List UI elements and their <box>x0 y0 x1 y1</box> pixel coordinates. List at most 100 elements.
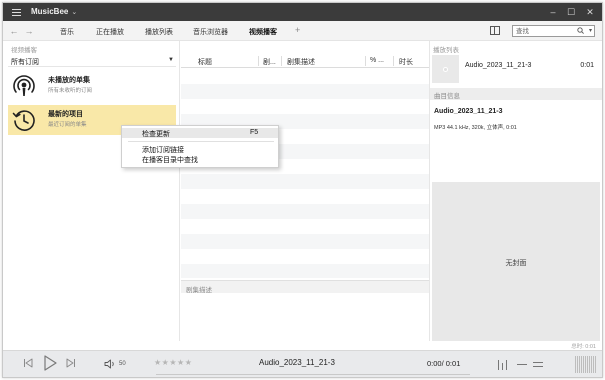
track-info-title: Audio_2023_11_21-3 <box>434 108 503 115</box>
spectrum-bar <box>581 356 582 373</box>
queue-item-duration: 0:01 <box>580 62 594 69</box>
total-duration-label: 总时: 0:01 <box>571 344 596 350</box>
table-row <box>181 204 429 219</box>
column-divider[interactable] <box>365 56 366 66</box>
search-icon[interactable] <box>577 27 584 36</box>
app-title[interactable]: MusicBee ⌄ <box>31 7 77 16</box>
app-title-text: MusicBee <box>31 7 69 16</box>
forward-arrow-icon[interactable]: → <box>23 25 35 37</box>
track-info-header: 曲目信息 <box>430 88 602 100</box>
column-divider[interactable] <box>258 56 259 66</box>
spectrum-bar <box>587 356 588 373</box>
column-divider[interactable] <box>281 56 282 66</box>
list-item-description: 最近订阅的单集 <box>48 122 87 128</box>
podcast-icon <box>11 73 37 99</box>
maximize-button[interactable]: ☐ <box>564 6 578 18</box>
volume-value: 50 <box>119 361 126 367</box>
app-window: MusicBee ⌄ – ☐ ✕ ← → 音乐 正在播放 播放列表 音乐浏览器 视… <box>2 2 603 378</box>
filter-label: 所有订阅 <box>11 59 39 66</box>
spectrum-bar <box>591 356 592 373</box>
cd-disc-icon <box>432 55 459 83</box>
minimize-button[interactable]: – <box>546 6 560 18</box>
queue-item[interactable]: Audio_2023_11_21-3 0:01 <box>432 55 600 87</box>
menu-item-add-subscription-link[interactable]: 添加订阅链接 <box>122 144 278 154</box>
column-divider[interactable] <box>393 56 394 66</box>
context-menu: 检查更新 F5 添加订阅链接 在播客目录中查找 <box>121 125 279 168</box>
spectrum-bar <box>593 356 594 373</box>
track-info-details: MP3 44.1 kHz, 320k, 立体声, 0:01 <box>434 125 517 131</box>
episode-list-panel: 标题 剧... 剧集描述 % ... 时长 剧集描述 <box>181 41 429 341</box>
episode-description-header: 剧集描述 <box>181 280 429 294</box>
table-row <box>181 234 429 249</box>
menu-item-label: 在播客目录中查找 <box>142 157 198 164</box>
playback-time: 0:00/ 0:01 <box>427 359 461 368</box>
player-bar: 50 ★★★★★ Audio_2023_11_21-3 0:00/ 0:01 <box>3 350 602 377</box>
table-row <box>181 84 429 99</box>
right-panel: 播放列表 Audio_2023_11_21-3 0:01 曲目信息 Audio_… <box>429 41 602 341</box>
volume-icon[interactable] <box>104 359 116 371</box>
navigation-bar: ← → 音乐 正在播放 播放列表 音乐浏览器 视频播客 + ▾ <box>3 21 602 41</box>
dropdown-arrow-icon: ▼ <box>168 57 174 63</box>
column-header-episode-description[interactable]: 剧集描述 <box>287 57 315 67</box>
list-item-description: 所有未收听的订阅 <box>48 88 93 94</box>
column-header-row: 标题 剧... 剧集描述 % ... 时长 <box>181 54 429 68</box>
spectrum-visualizer-icon[interactable] <box>575 356 597 373</box>
hamburger-menu-icon[interactable] <box>11 6 23 18</box>
play-icon[interactable] <box>43 355 57 373</box>
queue-item-title: Audio_2023_11_21-3 <box>465 62 532 69</box>
search-options-caret-icon[interactable]: ▾ <box>589 27 592 34</box>
status-bar: 总时: 0:01 <box>3 341 602 350</box>
repeat-icon[interactable] <box>533 361 544 368</box>
subscription-filter-dropdown[interactable]: 所有订阅 ▼ <box>8 55 176 67</box>
history-clock-icon <box>11 107 37 133</box>
chevron-down-icon: ⌄ <box>71 9 78 16</box>
panel-layout-icon[interactable] <box>490 26 500 35</box>
menu-separator <box>128 141 274 142</box>
add-tab-button[interactable]: + <box>295 25 300 35</box>
left-panel: 视频播客 所有订阅 ▼ 未播放的单集 所有未收听的订阅 最新的项目 最近订阅的单… <box>3 41 180 341</box>
no-artwork-label: 无封面 <box>505 260 527 267</box>
spectrum-bar <box>589 356 590 373</box>
search-box[interactable]: ▾ <box>512 25 595 37</box>
list-item-title: 最新的项目 <box>48 111 83 118</box>
search-input[interactable] <box>516 27 574 36</box>
close-button[interactable]: ✕ <box>583 6 597 18</box>
tab-music-explorer[interactable]: 音乐浏览器 <box>193 27 228 37</box>
column-header-percent-played[interactable]: % ... <box>370 57 384 64</box>
table-row <box>181 264 429 278</box>
list-item-title: 未播放的单集 <box>48 77 90 84</box>
title-bar: MusicBee ⌄ – ☐ ✕ <box>3 3 602 21</box>
column-header-title[interactable]: 标题 <box>198 57 212 67</box>
progress-bar[interactable] <box>156 374 470 375</box>
tab-playlists[interactable]: 播放列表 <box>145 27 173 37</box>
tab-podcasts[interactable]: 视频播客 <box>249 27 277 37</box>
spectrum-bar <box>595 356 596 373</box>
spectrum-bar <box>577 356 578 373</box>
menu-item-check-updates[interactable]: 检查更新 F5 <box>122 128 278 138</box>
left-panel-header: 视频播客 <box>11 47 37 54</box>
episode-description-label: 剧集描述 <box>186 287 212 294</box>
column-header-duration[interactable]: 时长 <box>399 57 413 67</box>
track-info-header-label: 曲目信息 <box>434 93 460 100</box>
list-item-unplayed-episodes[interactable]: 未播放的单集 所有未收听的订阅 <box>8 71 176 101</box>
spectrum-bar <box>585 356 586 373</box>
back-arrow-icon[interactable]: ← <box>8 25 20 37</box>
tab-now-playing[interactable]: 正在播放 <box>96 27 124 37</box>
column-header-episode[interactable]: 剧... <box>263 57 276 67</box>
equalizer-icon[interactable] <box>497 360 511 370</box>
crossfade-icon[interactable] <box>517 364 527 365</box>
next-track-icon[interactable] <box>66 358 76 370</box>
menu-item-label: 检查更新 <box>142 131 170 138</box>
queue-header: 播放列表 <box>433 47 459 54</box>
previous-track-icon[interactable] <box>23 358 33 370</box>
spectrum-bar <box>575 356 576 373</box>
artwork-panel[interactable]: 无封面 <box>432 182 600 341</box>
tab-music[interactable]: 音乐 <box>60 27 74 37</box>
table-row <box>181 174 429 189</box>
menu-item-find-in-directory[interactable]: 在播客目录中查找 <box>122 154 278 164</box>
now-playing-title: Audio_2023_11_21-3 <box>259 358 335 367</box>
spectrum-bar <box>579 356 580 373</box>
spectrum-bar <box>583 356 584 373</box>
menu-item-shortcut: F5 <box>250 129 259 136</box>
rating-stars[interactable]: ★★★★★ <box>154 358 192 367</box>
